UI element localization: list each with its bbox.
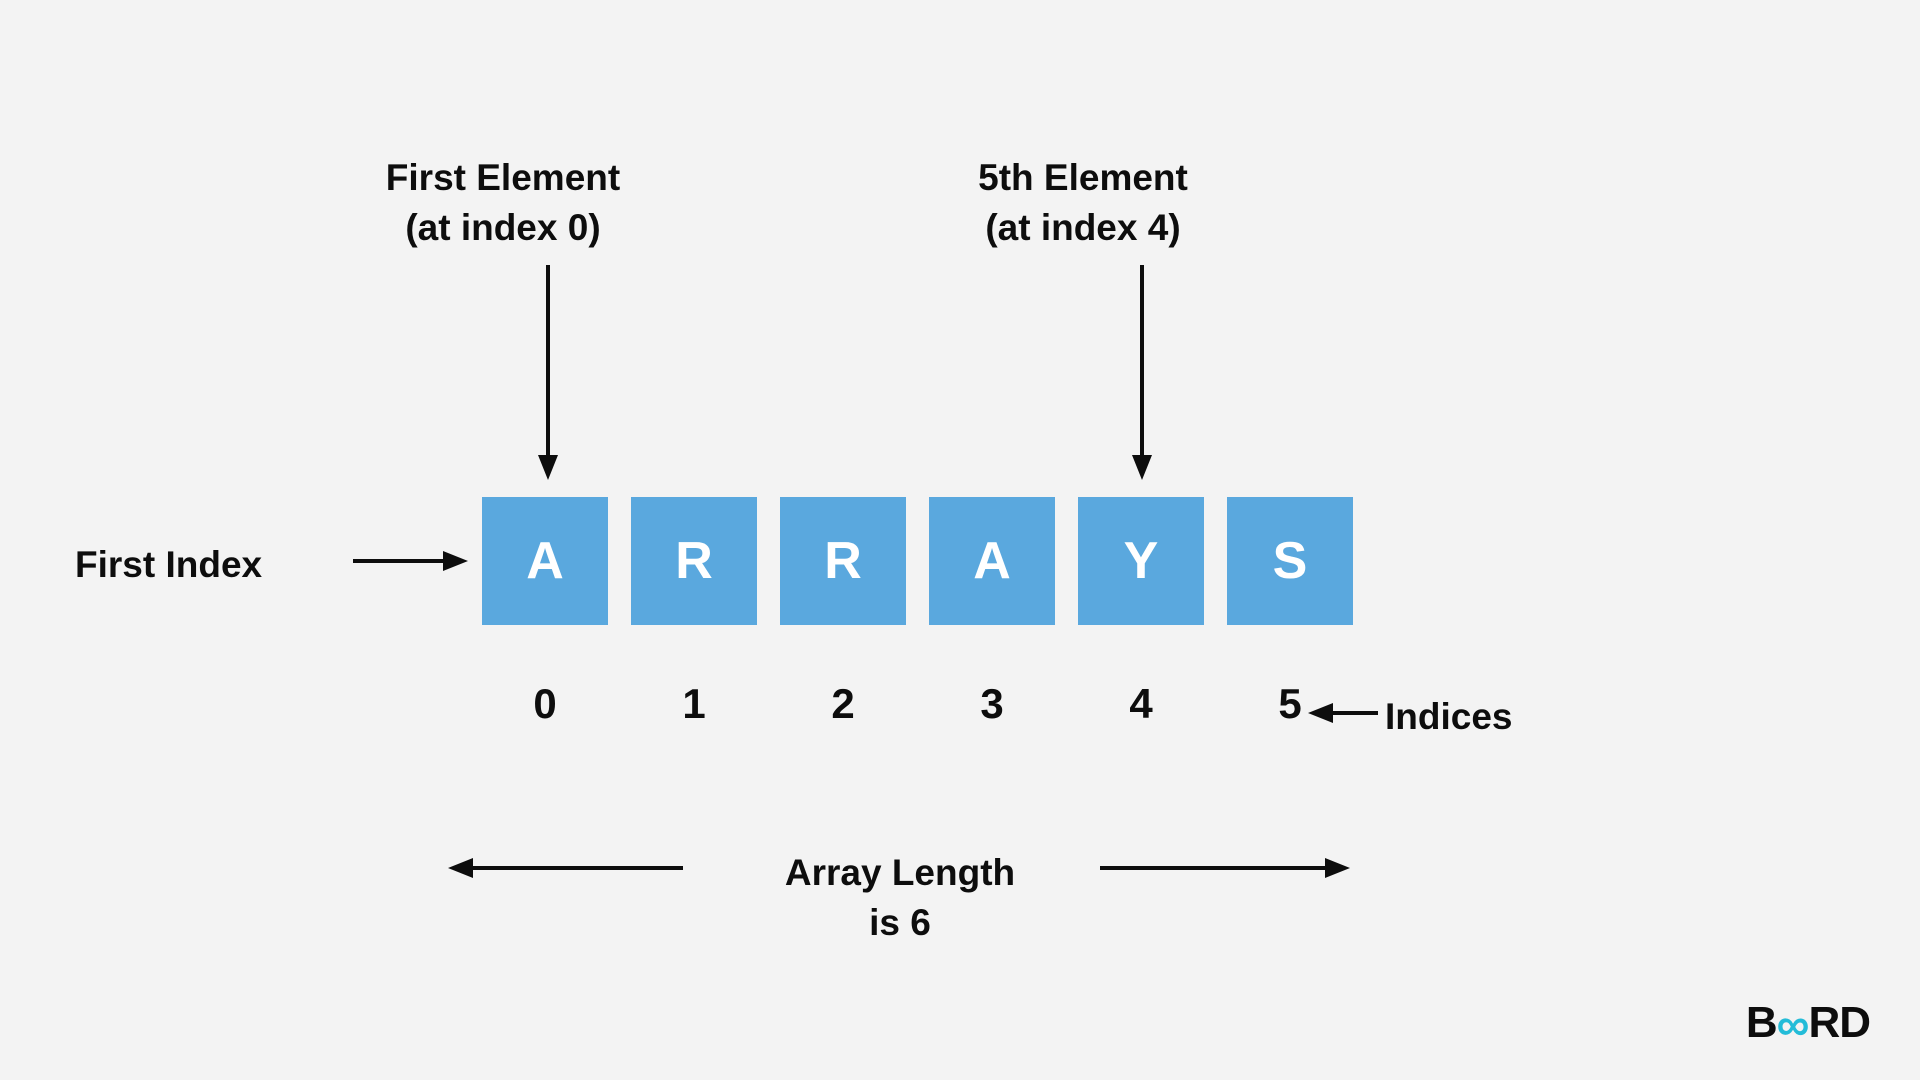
brand-logo: B∞RD [1746,996,1870,1050]
array-index-2: 2 [780,680,906,728]
first-element-label: First Element (at index 0) [313,153,693,253]
array-cell-1: R [631,497,757,625]
fifth-element-label: 5th Element (at index 4) [893,153,1273,253]
array-cell-5: S [1227,497,1353,625]
arrow-first-element-icon [538,265,568,485]
arrow-fifth-element-icon [1132,265,1162,485]
arrow-indices-icon [1308,702,1378,732]
fifth-element-line1: 5th Element [893,153,1273,203]
cell-value: A [973,531,1011,591]
array-index-0: 0 [482,680,608,728]
array-index-1: 1 [631,680,757,728]
cell-value: R [675,531,713,591]
array-cell-3: A [929,497,1055,625]
arrow-first-index-icon [353,550,473,580]
infinity-icon: ∞ [1777,997,1809,1051]
cell-value: A [526,531,564,591]
array-index-4: 4 [1078,680,1204,728]
first-element-line2: (at index 0) [313,203,693,253]
array-index-3: 3 [929,680,1055,728]
first-index-label: First Index [75,540,345,590]
array-cell-2: R [780,497,906,625]
cell-value: S [1273,531,1308,591]
indices-label: Indices [1385,692,1585,742]
array-length-label-line1: Array Length [690,848,1110,898]
array-length-label-line2: is 6 [690,898,1110,948]
logo-b: B [1746,998,1777,1048]
array-cell-0: A [482,497,608,625]
array-cell-4: Y [1078,497,1204,625]
arrow-length-left-icon [443,857,683,887]
cell-value: R [824,531,862,591]
fifth-element-line2: (at index 4) [893,203,1273,253]
first-element-line1: First Element [313,153,693,203]
cell-value: Y [1124,531,1159,591]
logo-rd: RD [1808,998,1870,1048]
arrow-length-right-icon [1100,857,1360,887]
